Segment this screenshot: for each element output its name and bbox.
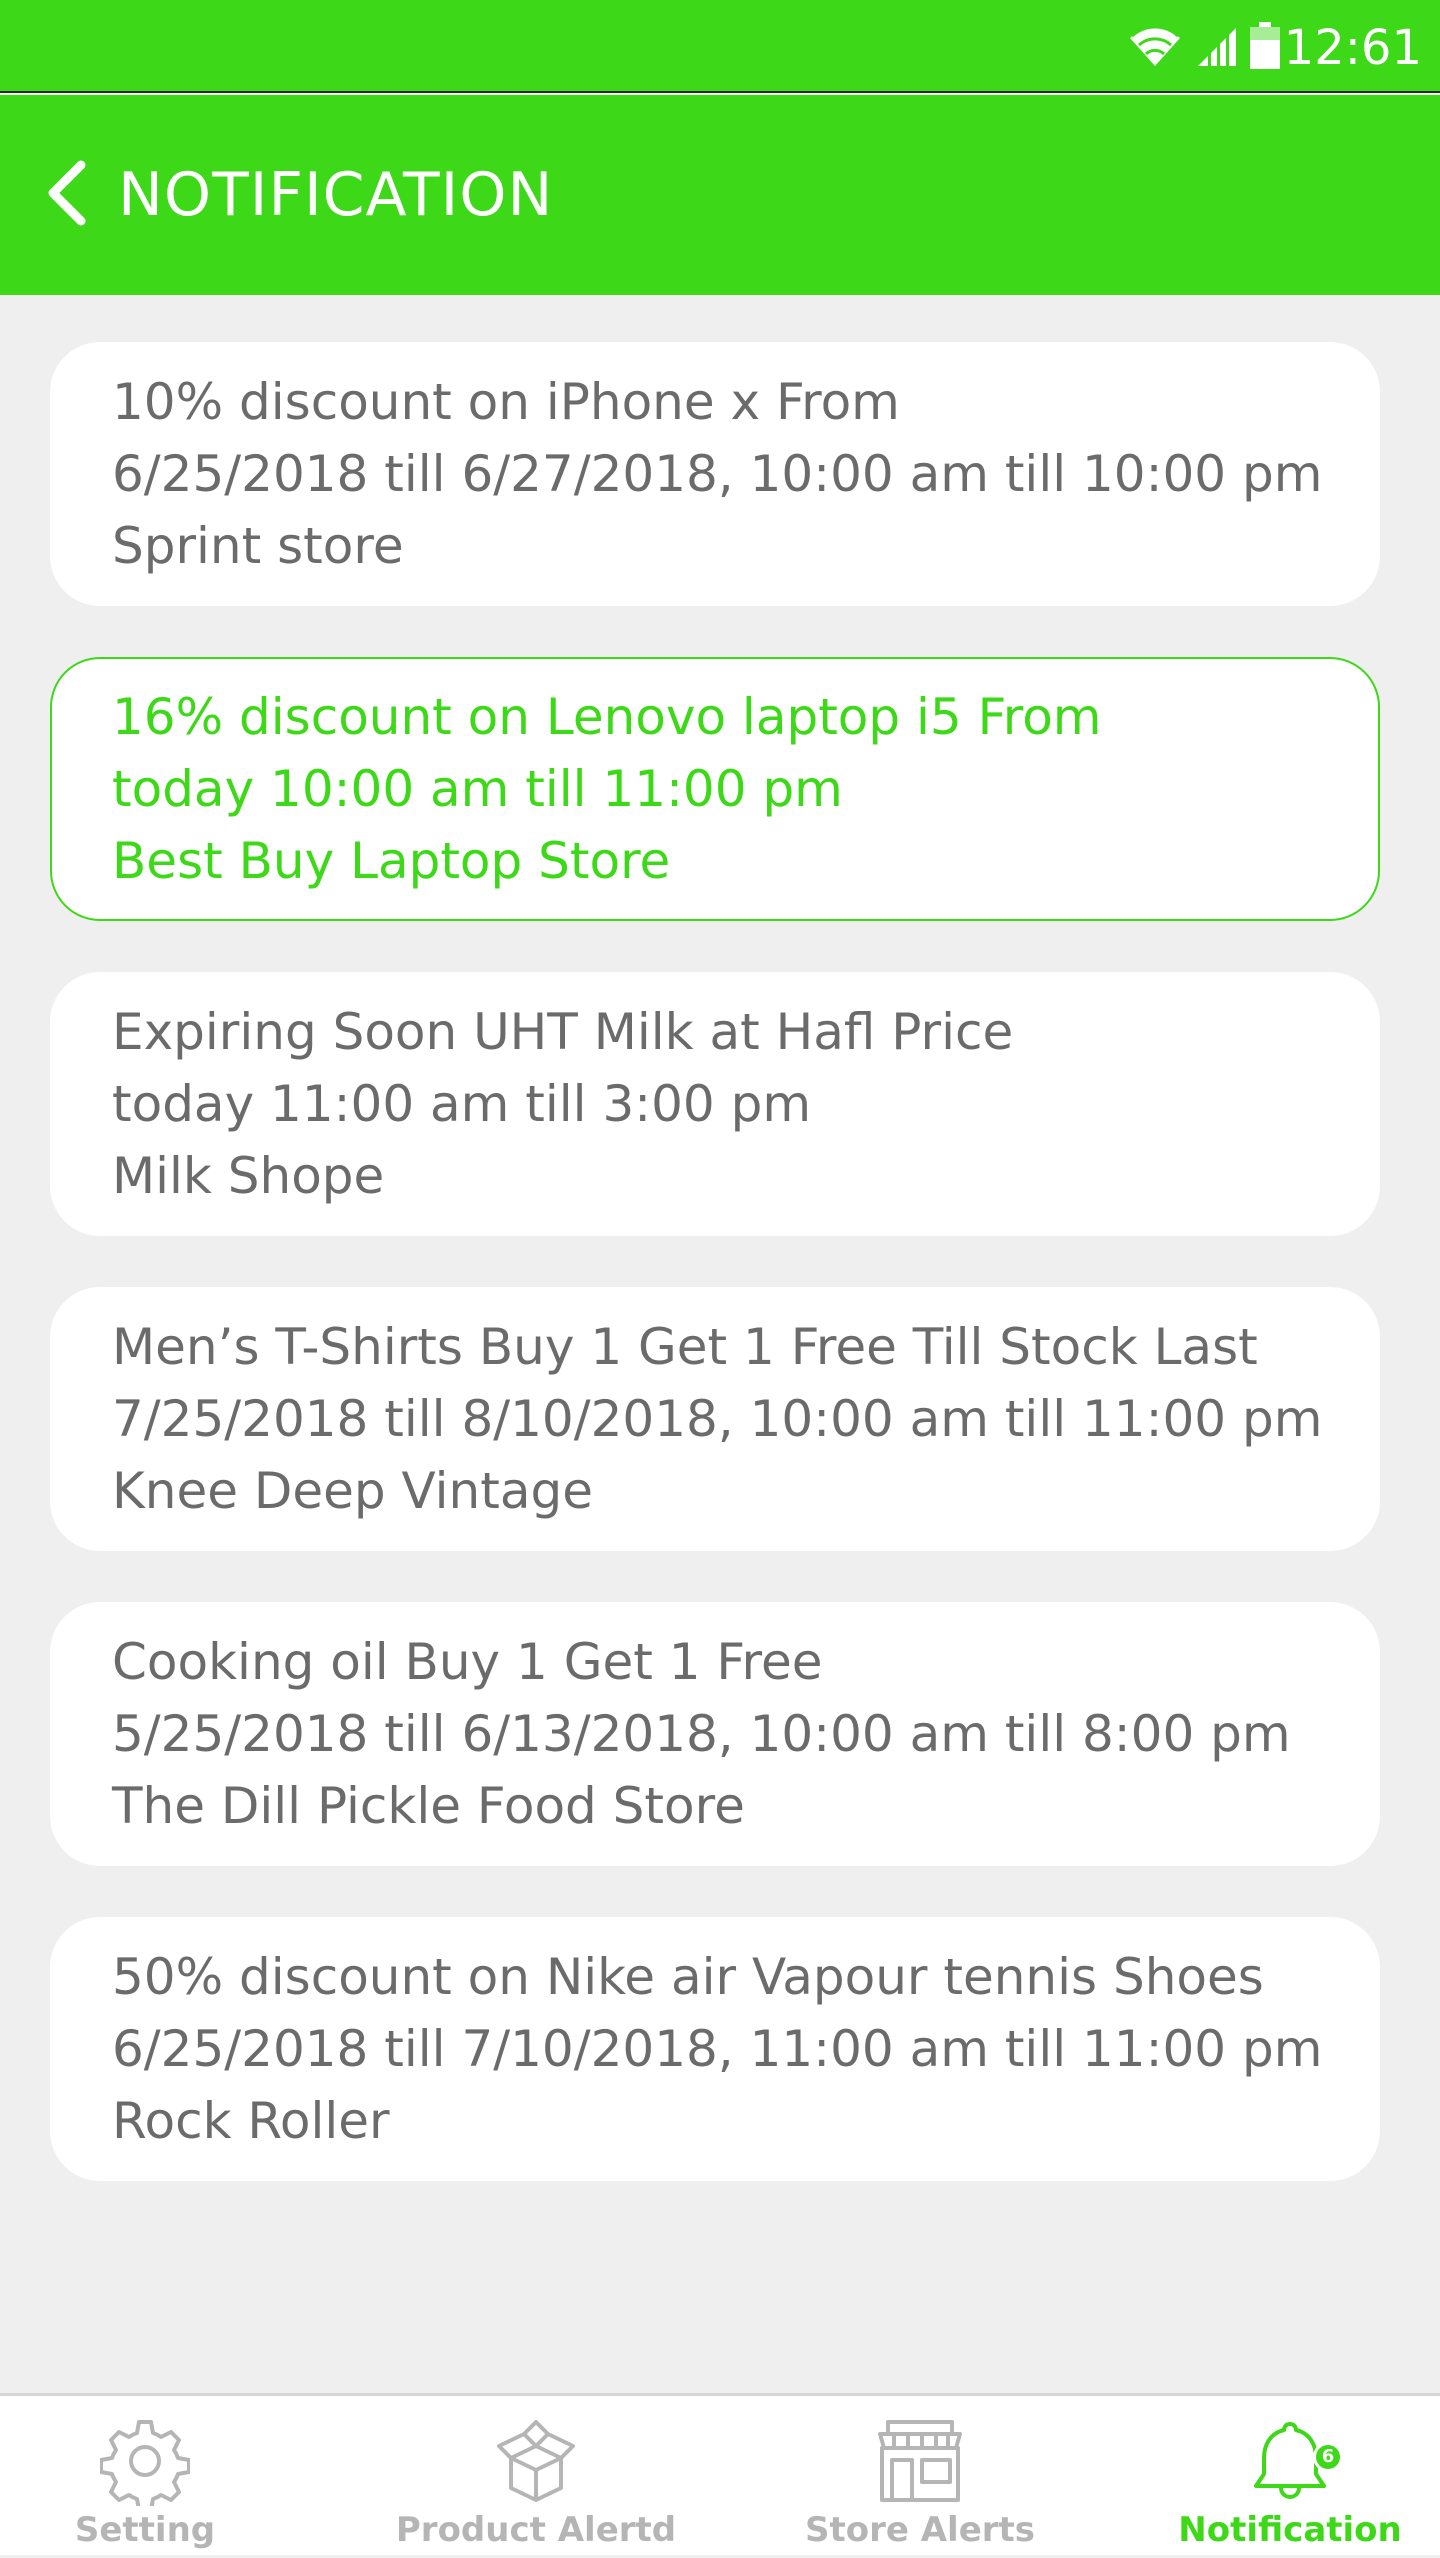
notification-title: Cooking oil Buy 1 Get 1 Free (112, 1633, 823, 1691)
notification-time: today 10:00 am till 11:00 pm (112, 760, 843, 818)
bottom-tab-bar: Setting Product Alertd Store Alerts 6 No… (0, 2393, 1440, 2555)
notification-card[interactable]: Men’s T-Shirts Buy 1 Get 1 Free Till Sto… (50, 1287, 1380, 1551)
status-time: 12:61 (1283, 20, 1422, 76)
notification-time: 6/25/2018 till 6/27/2018, 10:00 am till … (112, 445, 1323, 503)
notification-title: 10% discount on iPhone x From (112, 373, 900, 431)
chevron-left-icon (43, 159, 87, 231)
notification-card-highlighted[interactable]: 16% discount on Lenovo laptop i5 From to… (50, 657, 1380, 921)
notification-title: 50% discount on Nike air Vapour tennis S… (112, 1948, 1264, 2006)
notification-time: 6/25/2018 till 7/10/2018, 11:00 am till … (112, 2020, 1323, 2078)
store-icon (872, 2416, 968, 2506)
notification-title: 16% discount on Lenovo laptop i5 From (112, 688, 1102, 746)
tab-label: Store Alerts (804, 2510, 1036, 2550)
bell-icon: 6 (1245, 2416, 1343, 2506)
notification-list: 10% discount on iPhone x From 6/25/2018 … (50, 342, 1380, 2232)
signal-icon (1194, 24, 1240, 72)
notification-store: Best Buy Laptop Store (112, 832, 671, 890)
notification-time: today 11:00 am till 3:00 pm (112, 1075, 812, 1133)
notification-store: Sprint store (112, 517, 404, 575)
tab-setting[interactable]: Setting (45, 2396, 245, 2558)
notification-store: Rock Roller (112, 2092, 390, 2150)
status-bar: 12:61 (0, 0, 1440, 93)
battery-icon (1250, 22, 1280, 74)
tab-store-alerts[interactable]: Store Alerts (800, 2396, 1040, 2558)
tab-label: Notification (1178, 2510, 1402, 2550)
notification-time: 7/25/2018 till 8/10/2018, 10:00 am till … (112, 1390, 1323, 1448)
notification-title: Expiring Soon UHT Milk at Hafl Price (112, 1003, 1014, 1061)
notification-store: Milk Shope (112, 1147, 385, 1205)
notification-card[interactable]: 50% discount on Nike air Vapour tennis S… (50, 1917, 1380, 2181)
tab-label: Setting (74, 2510, 216, 2550)
notification-card[interactable]: Cooking oil Buy 1 Get 1 Free 5/25/2018 t… (50, 1602, 1380, 1866)
notification-title: Men’s T-Shirts Buy 1 Get 1 Free Till Sto… (112, 1318, 1258, 1376)
gear-icon (100, 2416, 190, 2506)
tab-product-alerts[interactable]: Product Alertd (396, 2396, 676, 2558)
page-title: NOTIFICATION (118, 160, 554, 230)
app-bar: NOTIFICATION (0, 95, 1440, 295)
notification-card[interactable]: 10% discount on iPhone x From 6/25/2018 … (50, 342, 1380, 606)
box-icon (491, 2416, 581, 2506)
wifi-icon (1126, 24, 1184, 72)
back-button[interactable] (30, 155, 100, 235)
status-icons (1126, 22, 1280, 74)
notification-store: Knee Deep Vintage (112, 1462, 593, 1520)
notification-time: 5/25/2018 till 6/13/2018, 10:00 am till … (112, 1705, 1291, 1763)
tab-label: Product Alertd (395, 2510, 677, 2550)
tab-notification[interactable]: 6 Notification (1170, 2396, 1410, 2558)
notification-card[interactable]: Expiring Soon UHT Milk at Hafl Price tod… (50, 972, 1380, 1236)
notification-count-badge: 6 (1313, 2442, 1343, 2472)
notification-store: The Dill Pickle Food Store (112, 1777, 745, 1835)
